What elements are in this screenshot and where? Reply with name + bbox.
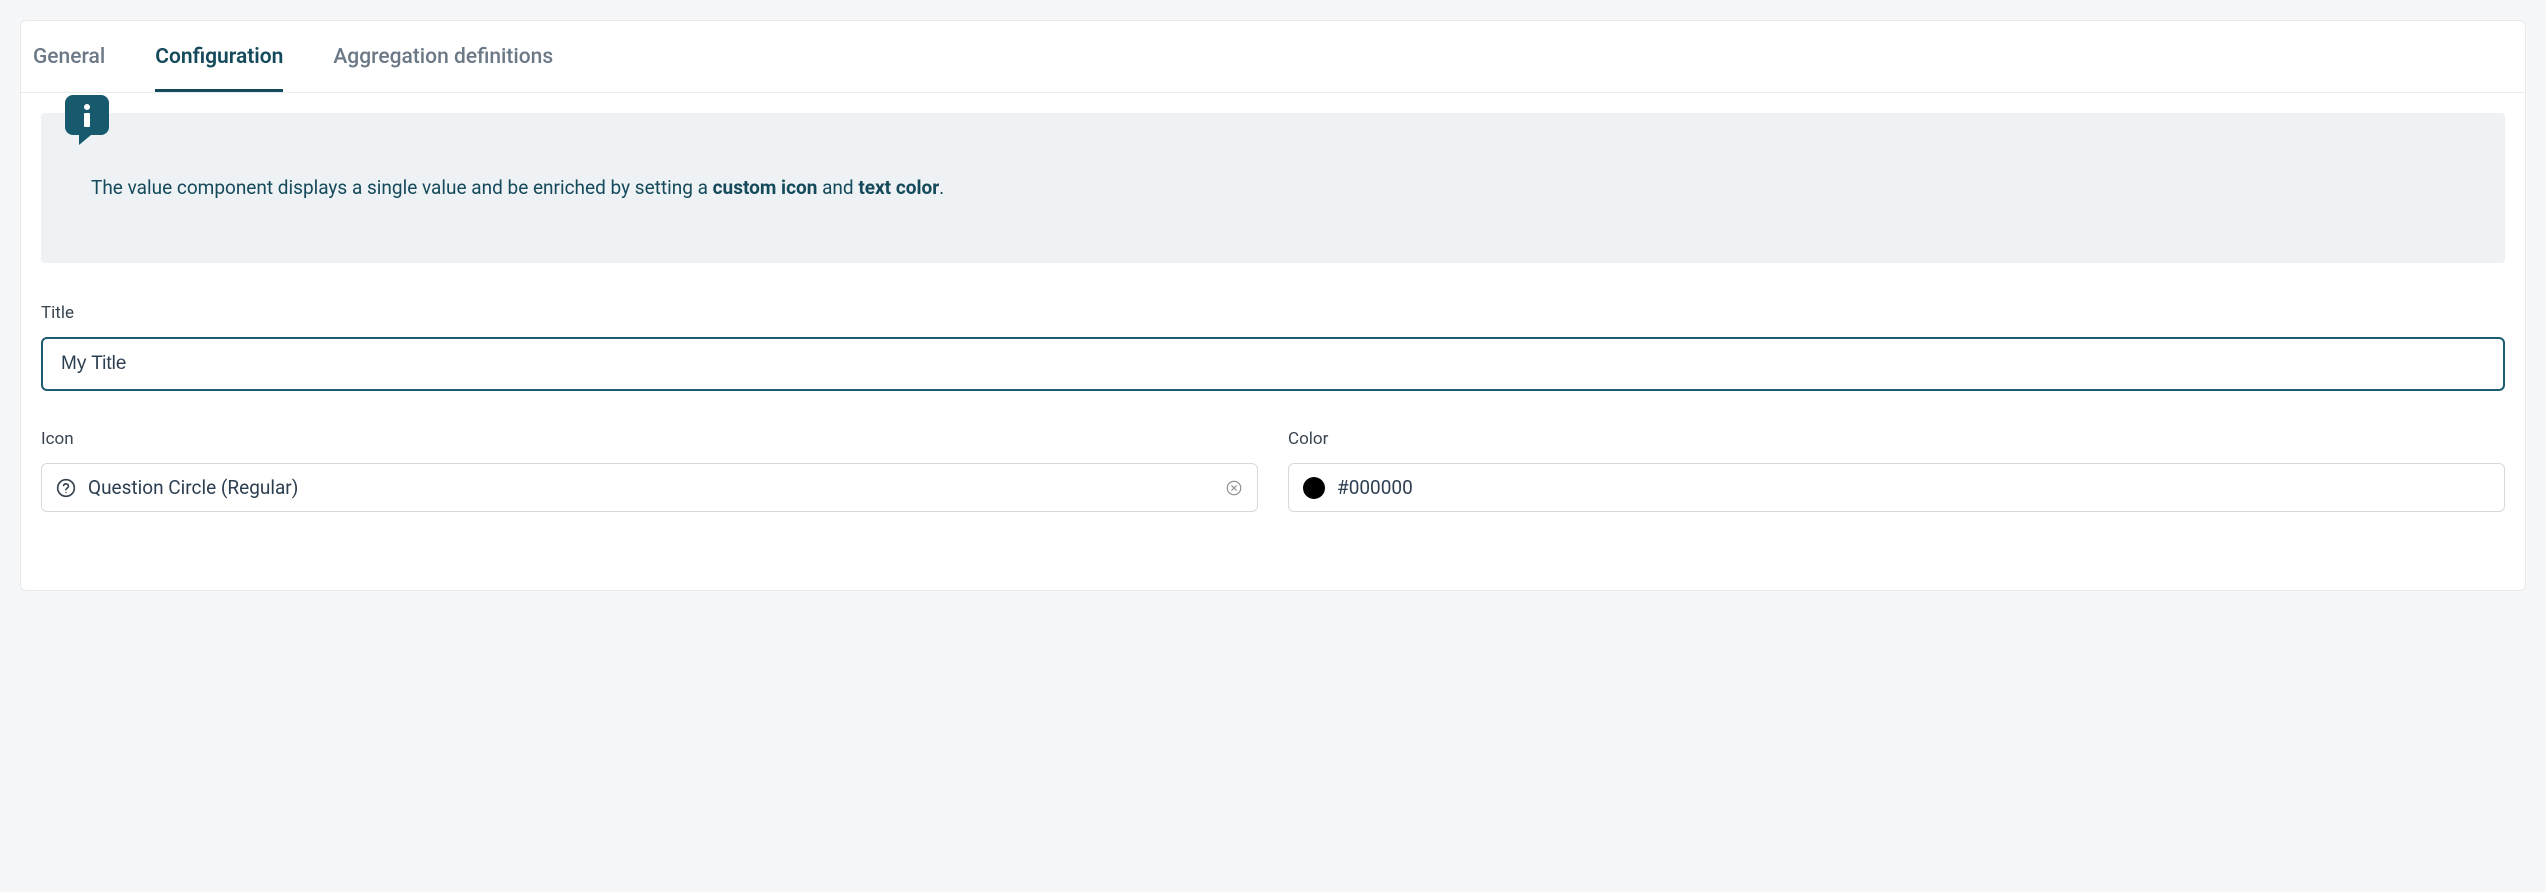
color-value: #000000 [1337,476,2490,499]
question-circle-icon [56,478,76,498]
info-icon [65,95,109,151]
title-field-group: Title [41,303,2505,391]
color-label: Color [1288,429,2505,449]
color-swatch [1303,477,1325,499]
icon-value: Question Circle (Regular) [88,476,1213,499]
icon-field-group: Icon Question Circle (Regular) [41,429,1258,512]
clear-icon[interactable] [1225,479,1243,497]
color-picker[interactable]: #000000 [1288,463,2505,512]
tab-configuration[interactable]: Configuration [155,21,283,92]
config-panel: General Configuration Aggregation defini… [20,20,2526,591]
icon-label: Icon [41,429,1258,449]
title-input[interactable] [41,337,2505,391]
tab-general[interactable]: General [33,21,105,92]
icon-select[interactable]: Question Circle (Regular) [41,463,1258,512]
icon-color-row: Icon Question Circle (Regular) [41,429,2505,550]
info-banner: The value component displays a single va… [41,113,2505,263]
tab-bar: General Configuration Aggregation defini… [21,21,2525,93]
color-field-group: Color #000000 [1288,429,2505,512]
title-label: Title [41,303,2505,323]
info-text: The value component displays a single va… [91,173,2455,203]
tab-content: The value component displays a single va… [21,93,2525,590]
tab-aggregation-definitions[interactable]: Aggregation definitions [333,21,553,92]
